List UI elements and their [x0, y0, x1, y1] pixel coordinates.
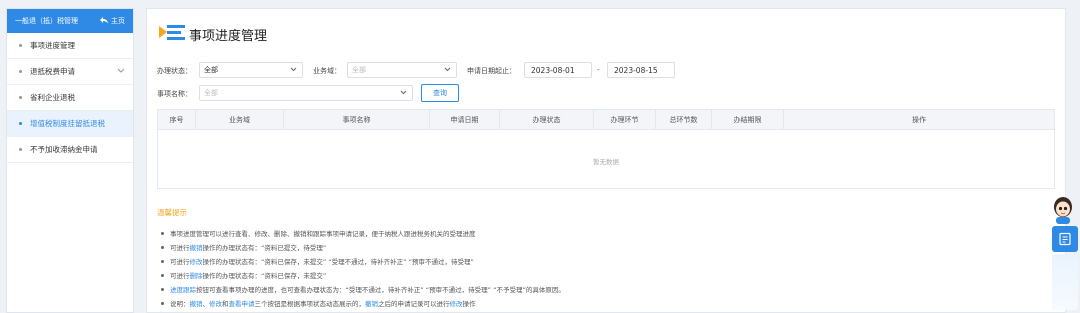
column-header: 事项名称: [284, 110, 430, 129]
table-header: 序号 业务域 事项名称 申请日期 办理状态 办理环节 总环节数 办结期限 操作: [158, 110, 1054, 130]
bullet-icon: [161, 301, 164, 305]
column-header: 序号: [158, 110, 196, 129]
status-value: 全部: [204, 66, 218, 74]
sidebar-item-label: 增值税制度挂留抵退税: [30, 119, 105, 128]
tip-text: 按钮可查看事项办理的进度，也可查看办理状态为：“受理不通过，待补齐补正” “预审…: [196, 286, 565, 294]
tip-line: 进度跟踪 按钮可查看事项办理的进度，也可查看办理状态为：“受理不通过，待补齐补正”…: [161, 284, 565, 294]
date-range-label: 申请日期起止：: [467, 67, 516, 75]
column-header: 操作: [912, 115, 926, 124]
bullet-icon: [19, 148, 22, 151]
tip-text: 说明：: [170, 300, 190, 308]
chevron-down-icon: [444, 66, 451, 74]
tip-text: 可进行: [170, 244, 190, 252]
date-start-value: 2023-08-01: [531, 65, 575, 75]
sidebar-item-label: 退抵税费申请: [30, 67, 75, 76]
sidebar-item-label: 不予加收滞纳金申请: [30, 145, 98, 154]
domain-select[interactable]: 全部: [347, 62, 457, 78]
tip-line: 事项进度管理可以进行查看、修改、删除、撤销和跟踪事项申请记录，便于纳税人跟进税务…: [161, 228, 476, 238]
sidebar: 一般退（抵）税管理 主页 事项进度管理 退抵税费申请 省利企业退税 增值税制度挂…: [6, 8, 134, 313]
tip-link[interactable]: 查看申请: [229, 298, 255, 308]
tip-text: 三个按钮是根据事项状态动态展示的，: [254, 300, 366, 308]
sidebar-item-refund-apply[interactable]: 退抵税费申请: [7, 59, 133, 85]
sidebar-item-late-fee-exemption[interactable]: 不予加收滞纳金申请: [7, 137, 133, 163]
bullet-icon: [161, 259, 164, 263]
tip-link[interactable]: 进度跟踪: [170, 284, 196, 294]
tip-text: 事项进度管理可以进行查看、修改、删除、撤销和跟踪事项申请记录，便于纳税人跟进税务…: [170, 230, 476, 238]
tip-link[interactable]: 撤销: [190, 242, 203, 252]
tip-text: 可进行: [170, 258, 190, 266]
column-header: 办理环节: [594, 110, 656, 129]
progress-list-icon: [159, 23, 187, 45]
column-header: 办理状态: [500, 110, 594, 129]
chevron-down-icon: [400, 89, 407, 97]
bullet-icon: [19, 122, 22, 125]
bullet-icon: [161, 231, 164, 235]
page-header: 事项进度管理: [159, 23, 267, 45]
home-link[interactable]: 主页: [100, 16, 125, 26]
tip-link[interactable]: 删除: [190, 270, 203, 280]
sidebar-item-label: 事项进度管理: [30, 41, 75, 50]
sidebar-item-label: 省利企业退税: [30, 93, 75, 102]
tip-text: 操作的办理状态有：“资料已保存，未提交”: [202, 272, 327, 280]
item-name-label: 事项名称：: [157, 90, 192, 98]
tip-line: 可进行 删除 操作的办理状态有：“资料已保存，未提交”: [161, 270, 326, 280]
floating-toolbar: [1052, 254, 1078, 310]
document-icon[interactable]: [1052, 226, 1078, 252]
assistant-avatar-icon[interactable]: [1050, 196, 1076, 224]
results-table: 序号 业务域 事项名称 申请日期 办理状态 办理环节 总环节数 办结期限 操作 …: [157, 109, 1055, 189]
tip-line: 可进行 修改 操作的办理状态有：“资料已保存，未提交” “受理不通过，待补齐补正” …: [161, 256, 474, 266]
tip-text: 操作的办理状态有：“资料已保存，未提交” “受理不通过，待补齐补正” “预审不通…: [202, 258, 474, 266]
sidebar-header-title: 一般退（抵）税管理: [15, 17, 78, 25]
tip-line: 可进行 撤销 操作的办理状态有：“资料已提交，待受理”: [161, 242, 326, 252]
tip-text: 可进行: [170, 272, 190, 280]
domain-label: 业务域：: [313, 67, 341, 75]
sidebar-item-vat-credit-refund[interactable]: 增值税制度挂留抵退税: [7, 111, 133, 137]
date-end-input[interactable]: 2023-08-15: [607, 62, 675, 78]
column-header: 办结期限: [712, 110, 784, 129]
query-button[interactable]: 查询: [421, 84, 459, 102]
column-header: 业务域: [196, 110, 284, 129]
bullet-icon: [19, 44, 22, 47]
sidebar-header: 一般退（抵）税管理 主页: [7, 9, 133, 33]
bullet-icon: [161, 245, 164, 249]
tip-text: 操作的办理状态有：“资料已提交，待受理”: [202, 244, 327, 252]
main-panel: 事项进度管理 办理状态： 全部 业务域： 全部 申请日期起止： 2023-08-…: [146, 8, 1066, 313]
date-separator: -: [597, 66, 600, 74]
empty-state: 暂无数据: [593, 158, 619, 166]
sidebar-item-enterprise-refund[interactable]: 省利企业退税: [7, 85, 133, 111]
bullet-icon: [19, 96, 22, 99]
tip-link[interactable]: 撤销: [190, 298, 203, 308]
bullet-icon: [19, 70, 22, 73]
page-title: 事项进度管理: [189, 28, 268, 44]
back-arrow-icon: [100, 16, 108, 26]
tip-text: 之后的申请记录可以进行: [378, 300, 450, 308]
home-label: 主页: [111, 17, 125, 25]
column-header: 申请日期: [430, 110, 500, 129]
item-name-select[interactable]: 全部: [199, 85, 413, 101]
item-name-placeholder: 全部: [204, 89, 218, 97]
domain-placeholder: 全部: [352, 66, 366, 74]
chevron-down-icon: [290, 66, 297, 74]
status-label: 办理状态：: [157, 67, 192, 75]
bullet-icon: [161, 287, 164, 291]
column-header: 总环节数: [656, 110, 712, 129]
sidebar-item-progress[interactable]: 事项进度管理: [7, 33, 133, 59]
status-select[interactable]: 全部: [199, 62, 303, 78]
tip-link[interactable]: 撤销: [365, 298, 378, 308]
tip-link[interactable]: 修改: [190, 256, 203, 266]
tip-line: 说明： 撤销、修改和查看申请 三个按钮是根据事项状态动态展示的， 撤销 之后的申请记录可…: [161, 298, 476, 308]
date-end-value: 2023-08-15: [614, 65, 658, 75]
tips-title: 温馨提示: [157, 208, 187, 217]
tip-text: 操作: [462, 300, 476, 308]
tip-link[interactable]: 修改: [450, 298, 463, 308]
date-start-input[interactable]: 2023-08-01: [524, 62, 592, 78]
chevron-down-icon: [117, 67, 125, 76]
bullet-icon: [161, 273, 164, 277]
tip-link[interactable]: 修改: [209, 298, 222, 308]
